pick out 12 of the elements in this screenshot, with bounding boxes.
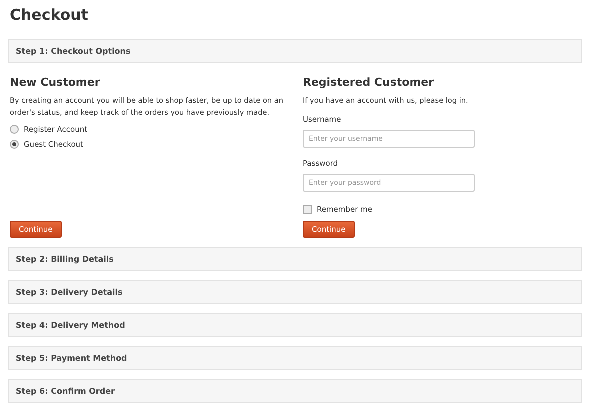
section-heading: Registered Customer	[303, 76, 434, 89]
checkbox[interactable]	[303, 205, 312, 214]
radio-icon[interactable]	[10, 125, 19, 134]
step-header[interactable]: Step 3: Delivery Details	[8, 280, 582, 304]
radio-icon[interactable]	[10, 140, 19, 149]
step-header[interactable]: Step 5: Payment Method	[8, 346, 582, 370]
step-header[interactable]: Step 4: Delivery Method	[8, 313, 582, 337]
step-header[interactable]: Step 2: Billing Details	[8, 247, 582, 271]
step-header[interactable]: Step 6: Confirm Order	[8, 379, 582, 403]
page-title: Checkout	[10, 6, 90, 24]
section-heading: New Customer	[10, 76, 100, 89]
step-header[interactable]: Step 1: Checkout Options	[8, 39, 582, 63]
